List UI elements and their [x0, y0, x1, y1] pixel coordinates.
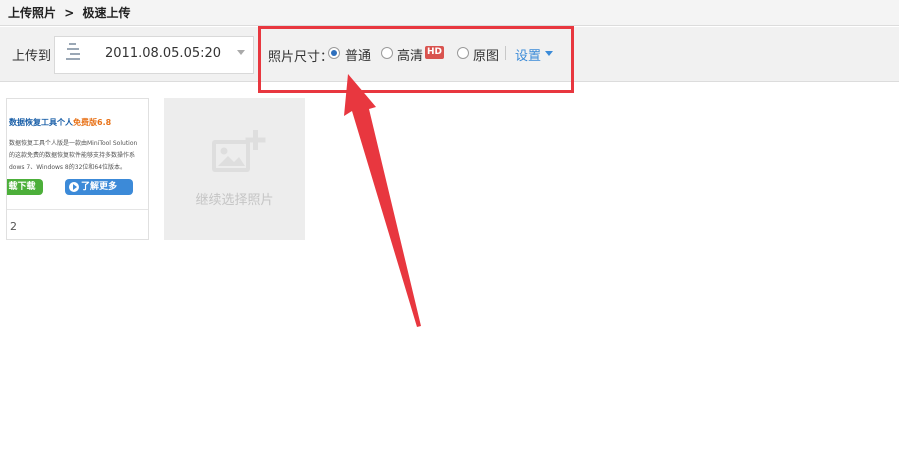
photo-card[interactable]: 数据恢复工具个人免费版6.8 数据恢复工具个人版是一款由MiniTool Sol…: [6, 98, 149, 240]
radio-size-normal-label[interactable]: 普通: [345, 45, 371, 64]
album-thumbnail: [60, 40, 92, 70]
add-more-photos-tile[interactable]: 继续选择照片: [164, 98, 305, 240]
photo-number: 2: [10, 220, 17, 233]
album-select[interactable]: 2011.08.05.05:20: [54, 36, 254, 74]
radio-size-original[interactable]: [457, 47, 469, 59]
ad-more-button: 了解更多: [65, 179, 133, 195]
breadcrumb-current: 极速上传: [82, 6, 131, 20]
settings-link[interactable]: 设置: [515, 45, 541, 64]
upload-to-label: 上传到: [12, 49, 52, 64]
breadcrumb: 上传照片 > 极速上传: [0, 0, 899, 26]
breadcrumb-parent[interactable]: 上传照片: [8, 6, 56, 20]
ad-title: 数据恢复工具个人免费版6.8: [9, 118, 112, 127]
ad-text-line: 的这款免费的数据恢复软件能够支持多数操作系: [9, 152, 136, 159]
arrow-right-icon: [69, 182, 79, 192]
radio-size-original-label[interactable]: 原图: [473, 45, 499, 64]
album-name: 2011.08.05.05:20: [105, 46, 222, 61]
toolbar-divider: [505, 46, 506, 60]
card-divider: [7, 209, 148, 210]
upload-toolbar: 上传到 2011.08.05.05:20 照片尺寸： 普通 高清 HD 原图 设…: [0, 27, 899, 82]
ad-download-button: 载下载: [7, 179, 43, 195]
radio-size-hd[interactable]: [381, 47, 393, 59]
radio-size-hd-label[interactable]: 高清: [397, 45, 423, 64]
photo-size-label: 照片尺寸：: [268, 50, 334, 65]
breadcrumb-separator: >: [64, 6, 75, 20]
radio-size-normal[interactable]: [328, 47, 340, 59]
add-photo-icon: [212, 130, 266, 172]
ad-text-line: 数据恢复工具个人版是一款由MiniTool Solution: [9, 140, 138, 147]
settings-caret-icon[interactable]: [545, 51, 553, 56]
chevron-down-icon[interactable]: [237, 50, 245, 55]
add-more-label: 继续选择照片: [195, 193, 274, 208]
ad-text-line: dows 7、Windows 8的32位和64位版本。: [9, 164, 127, 171]
hd-badge: HD: [425, 46, 444, 59]
